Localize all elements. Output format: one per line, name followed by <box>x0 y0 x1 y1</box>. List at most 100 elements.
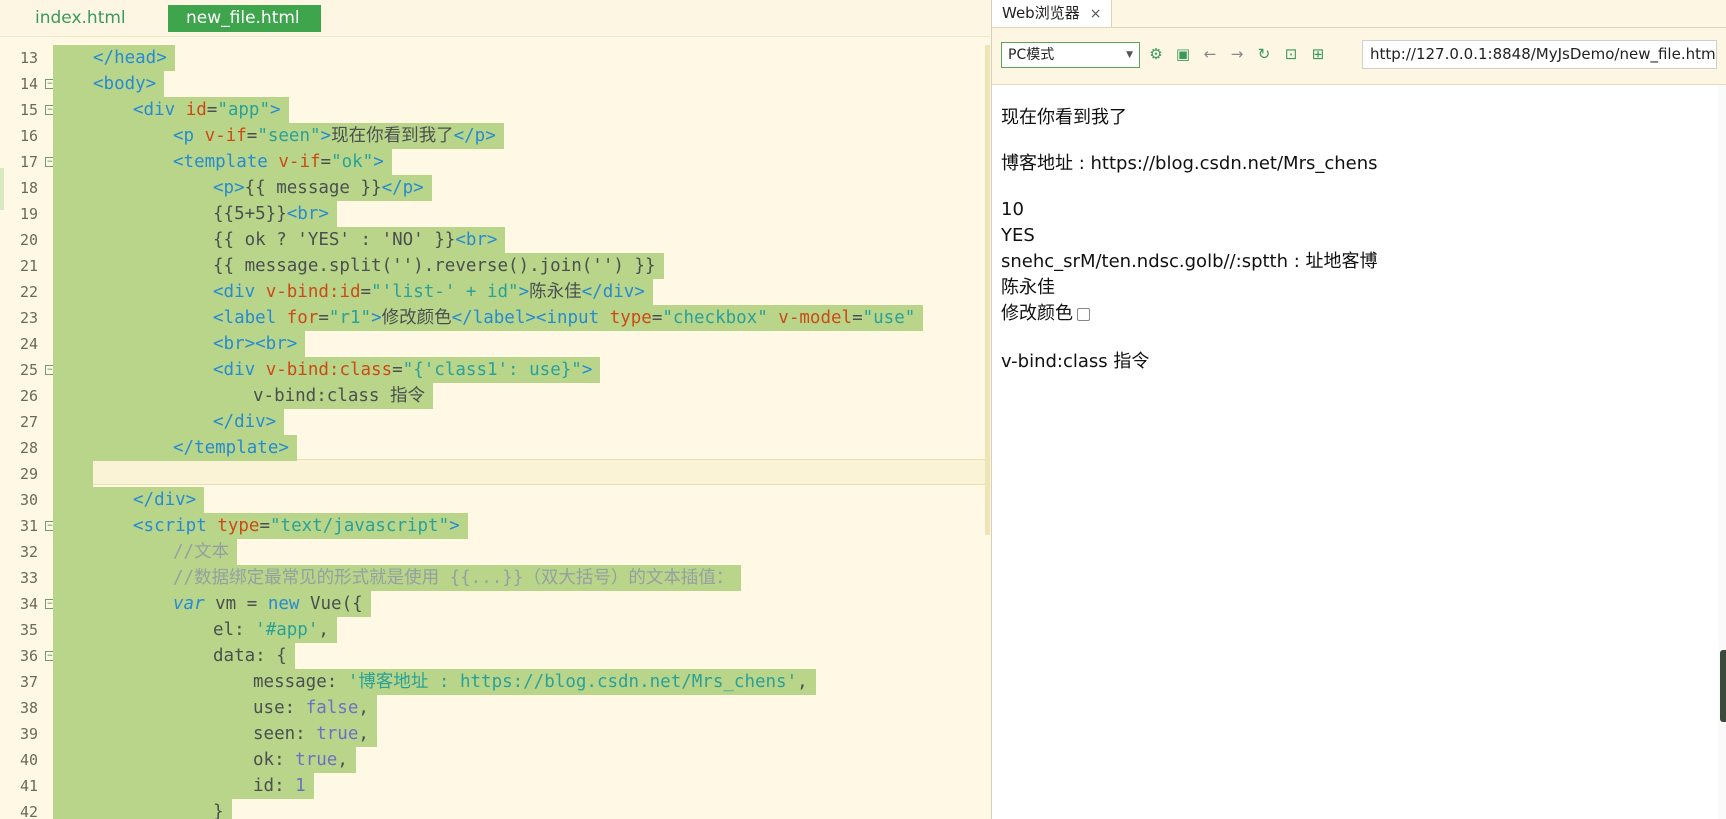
selection-indent <box>53 565 173 591</box>
code-text: <script type="text/javascript"> <box>133 513 468 539</box>
line-number: 28 <box>19 439 38 457</box>
seen-paragraph: 现在你看到我了 <box>1001 107 1127 128</box>
line-number: 15 <box>19 101 38 119</box>
code-text: </head> <box>93 45 175 71</box>
selection-indent <box>53 227 213 253</box>
code-line[interactable]: 32 //文本 <box>0 539 990 565</box>
back-icon[interactable]: ← <box>1201 44 1219 64</box>
code-lines[interactable]: 13 </head> 14− <body> 15− <div id="app"> 16 <p … <box>0 45 990 819</box>
code-line[interactable]: 25− <div v-bind:class="{'class1': use}"> <box>0 357 990 383</box>
chevron-down-icon: ▼ <box>1126 50 1133 60</box>
line-number: 13 <box>19 49 38 67</box>
code-line[interactable]: 21 {{ message.split('').reverse().join(''… <box>0 253 990 279</box>
qrcode-icon[interactable]: ⊞ <box>1309 44 1327 64</box>
code-line[interactable]: 28 </template> <box>0 435 990 461</box>
code-line[interactable]: 22 <div v-bind:id="'list-' + id">陈永佳</div… <box>0 279 990 305</box>
close-icon[interactable]: × <box>1090 6 1102 22</box>
code-line[interactable]: 18 <p>{{ message }}</p> <box>0 175 990 201</box>
selection-indent <box>53 97 133 123</box>
tab-index-html[interactable]: index.html <box>17 5 144 32</box>
code-line[interactable]: 33 //数据绑定最常见的形式就是使用 {{...}}（双大括号）的文本插值： <box>0 565 990 591</box>
code-text: <div v-bind:id="'list-' + id">陈永佳</div> <box>213 279 653 305</box>
code-line[interactable]: 40 ok: true, <box>0 747 990 773</box>
code-line[interactable]: 26 v-bind:class 指令 <box>0 383 990 409</box>
code-text: <body> <box>93 71 165 97</box>
line-number: 23 <box>19 309 38 327</box>
tab-new-file-html[interactable]: new_file.html <box>168 5 321 32</box>
selection-indent <box>53 669 253 695</box>
selection-indent <box>53 383 253 409</box>
selection-indent <box>53 773 253 799</box>
line-number: 22 <box>19 283 38 301</box>
lock-icon[interactable]: ⊡ <box>1282 44 1300 64</box>
code-text: use: false, <box>253 695 377 721</box>
code-line[interactable]: 35 el: '#app', <box>0 617 990 643</box>
selection-indent <box>53 721 253 747</box>
selection-indent <box>53 461 93 487</box>
mode-select[interactable]: PC模式 ▼ <box>1001 42 1140 68</box>
code-line[interactable]: 39 seen: true, <box>0 721 990 747</box>
refresh-icon[interactable]: ↻ <box>1255 44 1273 64</box>
code-line[interactable]: 37 message: '博客地址 : https://blog.csdn.net… <box>0 669 990 695</box>
code-line[interactable]: 14− <body> <box>0 71 990 97</box>
settings-icon[interactable]: ⚙ <box>1147 44 1165 64</box>
code-line[interactable]: 31− <script type="text/javascript"> <box>0 513 990 539</box>
line-number: 14 <box>19 75 38 93</box>
code-line[interactable]: 42} <box>0 799 990 819</box>
selection-indent <box>53 435 173 461</box>
url-input[interactable]: http://127.0.0.1:8848/MyJsDemo/new_file.… <box>1362 40 1717 69</box>
browser-tab[interactable]: Web浏览器 × <box>992 0 1113 27</box>
code-text: message: '博客地址 : https://blog.csdn.net/M… <box>253 669 816 695</box>
mode-select-value: PC模式 <box>1008 47 1055 63</box>
web-browser-pane: Web浏览器 × PC模式 ▼ ⚙ ▣ ← → ↻ ⊡ ⊞ http://127.… <box>991 0 1726 819</box>
code-text: {{5+5}}<br> <box>213 201 337 227</box>
code-line[interactable]: 17− <template v-if="ok"> <box>0 149 990 175</box>
code-line[interactable]: 13 </head> <box>0 45 990 71</box>
code-line[interactable]: 36− data: { <box>0 643 990 669</box>
code-editor[interactable]: index.html new_file.html 13 </head> 14− <bo… <box>0 0 990 819</box>
code-line[interactable]: 15− <div id="app"> <box>0 97 990 123</box>
code-line[interactable]: 24 <br><br> <box>0 331 990 357</box>
code-line[interactable]: 20 {{ ok ? 'YES' : 'NO' }}<br> <box>0 227 990 253</box>
code-line[interactable]: 41 id: 1 <box>0 773 990 799</box>
rendered-page: 现在你看到我了 博客地址 : https://blog.csdn.net/Mrs… <box>1001 105 1378 375</box>
code-text: seen: true, <box>253 721 377 747</box>
code-text: <label for="r1">修改颜色</label><input type=… <box>213 305 924 331</box>
code-line[interactable]: 16 <p v-if="seen">现在你看到我了</p> <box>0 123 990 149</box>
line-number: 38 <box>19 699 38 717</box>
code-line[interactable]: 34− var vm = new Vue({ <box>0 591 990 617</box>
code-line[interactable]: 29 <box>0 461 990 487</box>
browser-tab-strip: Web浏览器 × <box>992 0 1726 28</box>
browser-tab-label: Web浏览器 <box>1002 4 1080 22</box>
code-line[interactable]: 23 <label for="r1">修改颜色</label><input typ… <box>0 305 990 331</box>
line-number: 30 <box>19 491 38 509</box>
code-line[interactable]: 27 </div> <box>0 409 990 435</box>
code-text: } <box>213 799 232 819</box>
selection-indent <box>53 409 213 435</box>
browser-toolbar: PC模式 ▼ ⚙ ▣ ← → ↻ ⊡ ⊞ http://127.0.0.1:88… <box>992 28 1726 85</box>
class-div: v-bind:class 指令 <box>1001 351 1150 372</box>
color-label[interactable]: 修改颜色 <box>1001 303 1073 324</box>
selection-indent <box>53 45 93 71</box>
editor-scrollbar[interactable] <box>985 45 990 535</box>
line-number: 37 <box>19 673 38 691</box>
code-line[interactable]: 19 {{5+5}}<br> <box>0 201 990 227</box>
message-paragraph: 博客地址 : https://blog.csdn.net/Mrs_chens <box>1001 153 1378 174</box>
line-number: 26 <box>19 387 38 405</box>
line-number: 39 <box>19 725 38 743</box>
code-text: <template v-if="ok"> <box>173 149 392 175</box>
console-icon[interactable]: ▣ <box>1174 44 1192 64</box>
selection-indent <box>53 253 213 279</box>
code-text: //文本 <box>173 539 238 565</box>
checkbox-row: 修改颜色 <box>1001 301 1378 327</box>
code-text: <br><br> <box>213 331 306 357</box>
code-text: </div> <box>213 409 285 435</box>
use-checkbox[interactable] <box>1077 307 1090 321</box>
code-line[interactable]: 30 </div> <box>0 487 990 513</box>
selection-indent <box>53 799 213 819</box>
code-line[interactable]: 38 use: false, <box>0 695 990 721</box>
side-widget[interactable] <box>1720 650 1726 722</box>
forward-icon[interactable]: → <box>1228 44 1246 64</box>
code-text: <div v-bind:class="{'class1': use}"> <box>213 357 601 383</box>
selection-indent <box>53 747 253 773</box>
